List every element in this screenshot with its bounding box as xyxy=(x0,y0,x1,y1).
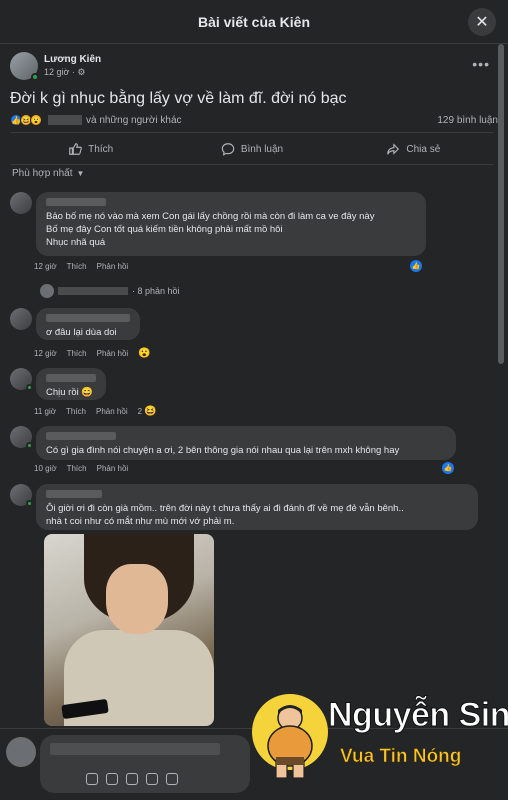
wow-icon: 😮 xyxy=(30,114,42,126)
watermark-subtitle: Vua Tin Nóng xyxy=(340,746,462,768)
wow-reaction-icon[interactable]: 😮 xyxy=(138,348,150,359)
replier-name-blurred xyxy=(58,287,128,295)
comment-text: Bảo bố mẹ nó vào mà xem Con gái lấy chồn… xyxy=(46,211,375,248)
emoji-icon[interactable] xyxy=(106,773,118,785)
modal-header: Bài viết của Kiên ✕ xyxy=(0,0,508,44)
share-label: Chia sẻ xyxy=(406,143,441,155)
comment-like-button[interactable]: Thích xyxy=(66,407,86,416)
sticker-icon[interactable] xyxy=(86,773,98,785)
commenter-name-blurred[interactable] xyxy=(46,490,102,498)
comment-meta: 12 giờ Thích Phản hồi xyxy=(34,262,138,271)
like-reaction-icon[interactable]: 👍 xyxy=(442,462,454,474)
comment-reply-button[interactable]: Phản hồi xyxy=(97,349,129,358)
comment-count[interactable]: 129 bình luận xyxy=(437,115,498,126)
comment-button[interactable]: Bình luận xyxy=(171,136,332,162)
gif-icon[interactable] xyxy=(146,773,158,785)
share-button[interactable]: Chia sẻ xyxy=(333,136,494,162)
share-icon xyxy=(387,143,400,155)
replies-count: · 8 phản hồi xyxy=(132,286,180,296)
comment-reply-button[interactable]: Phản hồi xyxy=(97,262,129,271)
post-header: Lương Kiên 12 giờ · ⚙ xyxy=(10,52,101,81)
sort-label: Phù hợp nhất xyxy=(12,168,73,179)
comment-bubble: ơ đâu lại dùa doi xyxy=(36,308,140,340)
replier-avatar xyxy=(40,284,54,298)
close-icon[interactable]: ✕ xyxy=(468,8,496,36)
online-indicator xyxy=(26,500,33,507)
comment-time: 12 giờ xyxy=(34,349,57,358)
comment-photo[interactable] xyxy=(44,534,214,726)
reactor-name-blurred xyxy=(48,115,82,125)
commenter-avatar[interactable] xyxy=(10,368,33,391)
like-reaction-icon[interactable]: 👍 xyxy=(410,260,422,272)
more-options-icon[interactable]: ••• xyxy=(472,56,490,72)
comment-reply-button[interactable]: Phản hồi xyxy=(96,407,128,416)
comment-time: 11 giờ xyxy=(34,407,56,416)
friends-icon: ⚙ xyxy=(77,67,86,77)
haha-reaction-icon[interactable]: 😆 xyxy=(144,406,156,417)
comment-like-button[interactable]: Thích xyxy=(67,349,87,358)
commenter-name-blurred[interactable] xyxy=(46,314,130,322)
thumbs-up-icon xyxy=(69,143,82,155)
comment-meta: 11 giờ Thích Phản hồi 2 😆 xyxy=(34,406,167,417)
comment-text: ơ đâu lại dùa doi xyxy=(46,327,117,338)
online-indicator xyxy=(26,384,33,391)
post-actions: Thích Bình luận Chia sẻ xyxy=(10,136,494,162)
post-text: Đời k gì nhục bằng lấy vợ về làm đĩ. đời… xyxy=(10,90,347,107)
reaction-count: 2 xyxy=(137,407,143,416)
commenter-avatar[interactable] xyxy=(10,308,32,330)
post-time: 12 giờ · ⚙ xyxy=(44,67,86,77)
sort-dropdown[interactable]: Phù hợp nhất ▼ xyxy=(12,168,84,179)
comment-like-button[interactable]: Thích xyxy=(67,464,87,473)
commenter-name-blurred[interactable] xyxy=(46,374,96,382)
author-name[interactable]: Lương Kiên xyxy=(44,54,101,65)
commenter-avatar[interactable] xyxy=(10,192,32,214)
comment-text: Có gì gia đình nói chuyện a ơi, 2 bên th… xyxy=(46,445,400,456)
like-label: Thích xyxy=(88,143,114,155)
comment-label: Bình luận xyxy=(240,143,284,155)
comment-meta: 10 giờ Thích Phản hồi xyxy=(34,464,138,473)
comment-time: 10 giờ xyxy=(34,464,57,473)
like-button[interactable]: Thích xyxy=(10,136,171,162)
comment-input[interactable] xyxy=(50,743,220,755)
comment-meta: 12 giờ Thích Phản hồi 😮 xyxy=(34,348,161,359)
comment-bubble: Chịu rồi 😄 xyxy=(36,368,106,400)
reactions-text: và những người khác xyxy=(86,114,182,126)
watermark-title: Nguyễn Sin xyxy=(327,696,508,735)
comment-time: 12 giờ xyxy=(34,262,57,271)
divider xyxy=(10,132,494,133)
scrollbar[interactable] xyxy=(498,44,504,364)
chevron-down-icon: ▼ xyxy=(76,169,85,178)
comment-text: Chịu rồi 😄 xyxy=(46,387,94,398)
sticker-pack-icon[interactable] xyxy=(166,773,178,785)
author-avatar[interactable] xyxy=(10,52,39,81)
comment-text: Ôi giời ơi đi còn già mồm.. trên đời này… xyxy=(46,503,404,527)
watermark-logo: Nguyễn Sin Vua Tin Nóng xyxy=(248,688,508,796)
commenter-avatar[interactable] xyxy=(10,426,33,449)
commenter-name-blurred[interactable] xyxy=(46,432,116,440)
comment-bubble: Bảo bố mẹ nó vào mà xem Con gái lấy chồn… xyxy=(36,192,426,256)
comment-reply-button[interactable]: Phản hồi xyxy=(97,464,129,473)
commenter-avatar[interactable] xyxy=(10,484,33,507)
composer-tools xyxy=(86,773,186,785)
divider xyxy=(10,164,494,165)
post-modal: Bài viết của Kiên ✕ Lương Kiên 12 giờ · … xyxy=(0,0,508,800)
camera-icon[interactable] xyxy=(126,773,138,785)
user-avatar xyxy=(6,737,36,767)
modal-title: Bài viết của Kiên xyxy=(197,13,311,30)
online-indicator xyxy=(31,73,39,81)
view-replies[interactable]: · 8 phản hồi xyxy=(40,284,180,298)
commenter-name-blurred[interactable] xyxy=(46,198,106,206)
reactions-summary[interactable]: 👍 😆 😮 và những người khác xyxy=(10,114,182,126)
comment-like-button[interactable]: Thích xyxy=(67,262,87,271)
comment-bubble: Ôi giời ơi đi còn già mồm.. trên đời này… xyxy=(36,484,478,530)
online-indicator xyxy=(26,442,33,449)
comment-bubble: Có gì gia đình nói chuyện a ơi, 2 bên th… xyxy=(36,426,456,460)
comment-icon xyxy=(221,143,235,156)
